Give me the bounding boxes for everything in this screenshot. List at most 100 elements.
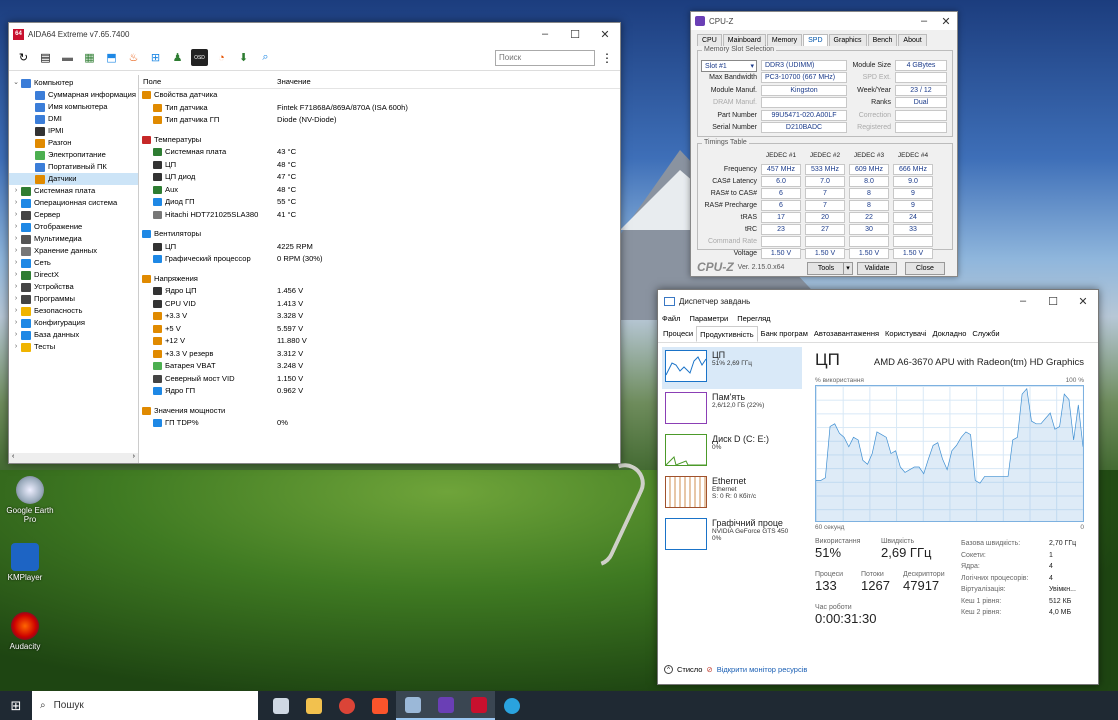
- chevron-right-icon[interactable]: ›: [11, 209, 21, 221]
- sensor-group[interactable]: Свойства датчика: [139, 89, 620, 102]
- sensor-row[interactable]: CPU VID 1.413 V: [139, 298, 620, 311]
- close-button[interactable]: ✕: [935, 15, 957, 28]
- tm-tab[interactable]: Продуктивність: [696, 326, 758, 342]
- chevron-right-icon[interactable]: ›: [11, 257, 21, 269]
- tree-item[interactable]: › Мультимедиа: [9, 233, 138, 245]
- close-button[interactable]: ✕: [590, 28, 620, 41]
- tab-bench[interactable]: Bench: [867, 34, 898, 46]
- tm-tab[interactable]: Процеси: [660, 326, 696, 342]
- menu-item[interactable]: Параметри: [689, 312, 728, 325]
- chevron-right-icon[interactable]: ›: [11, 233, 21, 245]
- sensor-row[interactable]: Графический процессор 0 RPM (30%): [139, 253, 620, 266]
- taskbar-app[interactable]: [297, 691, 330, 720]
- tree-item[interactable]: › Системная плата: [9, 185, 138, 197]
- tree-item[interactable]: › Операционная система: [9, 197, 138, 209]
- chevron-right-icon[interactable]: ›: [11, 317, 21, 329]
- sensor-row[interactable]: Ядро ЦП 1.456 V: [139, 285, 620, 298]
- sensor-group[interactable]: Напряжения: [139, 273, 620, 286]
- sensor-group[interactable]: Вентиляторы: [139, 228, 620, 241]
- chevron-right-icon[interactable]: ›: [11, 269, 21, 281]
- search-icon[interactable]: ⌕: [257, 49, 274, 66]
- chevron-right-icon[interactable]: ›: [11, 293, 21, 305]
- sensor-row[interactable]: Aux 48 °C: [139, 184, 620, 197]
- close-cpuz-button[interactable]: Close: [905, 262, 945, 275]
- chevron-right-icon[interactable]: ›: [11, 185, 21, 197]
- perf-item[interactable]: ЦП 51% 2,69 ГГц: [662, 347, 802, 389]
- column-value[interactable]: Значение: [273, 75, 620, 88]
- sensor-row[interactable]: ЦП диод 47 °C: [139, 171, 620, 184]
- tab-memory[interactable]: Memory: [766, 34, 803, 46]
- sensor-row[interactable]: Тип датчика Fintek F71868A/869A/870A (ISA…: [139, 102, 620, 115]
- tree-item[interactable]: › Безопасность: [9, 305, 138, 317]
- tree-item[interactable]: Имя компьютера: [9, 101, 138, 113]
- taskbar-app[interactable]: [363, 691, 396, 720]
- chevron-right-icon[interactable]: ›: [11, 341, 21, 353]
- perf-item[interactable]: Ethernet Ethernet S: 0 R: 0 Кбіт/с: [662, 473, 802, 515]
- taskbar-search[interactable]: ⌕ Пошук: [32, 691, 258, 720]
- tab-cpu[interactable]: CPU: [697, 34, 722, 46]
- column-field[interactable]: Поле: [139, 75, 273, 88]
- refresh-icon[interactable]: ↻: [15, 49, 32, 66]
- motherboard-icon[interactable]: ▬: [59, 49, 76, 66]
- open-resource-monitor-link[interactable]: Відкрити монітор ресурсів: [717, 665, 808, 674]
- perf-item[interactable]: Пам'ять 2,6/12,0 ГБ (22%): [662, 389, 802, 431]
- task-manager-titlebar[interactable]: Диспетчер завдань – ☐ ✕: [658, 290, 1098, 312]
- chevron-up-icon[interactable]: ^: [664, 665, 673, 674]
- sensor-row[interactable]: +5 V 5.597 V: [139, 323, 620, 336]
- tm-tab[interactable]: Користувачі: [882, 326, 929, 342]
- sensor-row[interactable]: ГП TDP% 0%: [139, 417, 620, 430]
- tree-item[interactable]: Электропитание: [9, 149, 138, 161]
- tree-item[interactable]: › Отображение: [9, 221, 138, 233]
- sensor-row[interactable]: Батарея VBAT 3.248 V: [139, 360, 620, 373]
- desktop-icon-audacity[interactable]: Audacity: [0, 612, 55, 651]
- sensor-row[interactable]: ЦП 48 °C: [139, 159, 620, 172]
- chevron-right-icon[interactable]: ›: [11, 197, 21, 209]
- tree-item[interactable]: › Сеть: [9, 257, 138, 269]
- sensor-row[interactable]: Диод ГП 55 °C: [139, 196, 620, 209]
- minimize-button[interactable]: –: [1008, 295, 1038, 308]
- taskbar-app[interactable]: [495, 691, 528, 720]
- tools-dropdown-button[interactable]: ▾: [843, 262, 853, 275]
- tree-item[interactable]: › Программы: [9, 293, 138, 305]
- sensor-row[interactable]: +3.3 V резерв 3.312 V: [139, 348, 620, 361]
- tm-tab[interactable]: Банк програм: [758, 326, 811, 342]
- tab-graphics[interactable]: Graphics: [828, 34, 867, 46]
- network-icon[interactable]: ⬒: [103, 49, 120, 66]
- flame-icon[interactable]: ♨: [125, 49, 142, 66]
- maximize-button[interactable]: ☐: [1038, 295, 1068, 308]
- slot-select[interactable]: Slot #1 ▾: [701, 60, 757, 72]
- tab-mainboard[interactable]: Mainboard: [722, 34, 766, 46]
- taskbar-app[interactable]: [396, 691, 429, 720]
- chevron-right-icon[interactable]: ›: [11, 305, 21, 317]
- devices-icon[interactable]: ⊞: [147, 49, 164, 66]
- tree-item[interactable]: Портативный ПК: [9, 161, 138, 173]
- tree-item[interactable]: › Хранение данных: [9, 245, 138, 257]
- chevron-down-icon[interactable]: ⌄: [11, 77, 21, 89]
- gauge-icon[interactable]: ◔: [213, 49, 230, 66]
- chevron-right-icon[interactable]: ›: [11, 245, 21, 257]
- tree-item[interactable]: › База данных: [9, 329, 138, 341]
- chevron-right-icon[interactable]: ›: [11, 281, 21, 293]
- tree-item[interactable]: ⌄ Компьютер: [9, 77, 138, 89]
- report-icon[interactable]: ▤: [37, 49, 54, 66]
- sensor-row[interactable]: +12 V 11.880 V: [139, 335, 620, 348]
- users-icon[interactable]: ♟: [169, 49, 186, 66]
- perf-item[interactable]: Графічний проце NVIDIA GeForce GTS 450 0%: [662, 515, 802, 557]
- taskbar-app[interactable]: [264, 691, 297, 720]
- sensor-group[interactable]: Значения мощности: [139, 405, 620, 418]
- sensor-row[interactable]: +3.3 V 3.328 V: [139, 310, 620, 323]
- taskbar-app[interactable]: [429, 691, 462, 720]
- memory-icon[interactable]: ▦: [81, 49, 98, 66]
- tm-tab[interactable]: Автозавантаження: [811, 326, 882, 342]
- download-icon[interactable]: ⬇: [235, 49, 252, 66]
- sensor-row[interactable]: Ядро ГП 0.962 V: [139, 385, 620, 398]
- start-button[interactable]: ⊞: [0, 691, 32, 720]
- fewer-details-link[interactable]: Стисло: [677, 665, 702, 674]
- sensor-row[interactable]: Системная плата 43 °C: [139, 146, 620, 159]
- tree-item[interactable]: › Устройства: [9, 281, 138, 293]
- horizontal-scrollbar[interactable]: ‹ ›: [9, 453, 138, 463]
- sensor-row[interactable]: Hitachi HDT721025SLA380 41 °C: [139, 209, 620, 222]
- sensor-row[interactable]: Северный мост VID 1.150 V: [139, 373, 620, 386]
- more-menu-icon[interactable]: ⋮: [600, 51, 614, 65]
- perf-item[interactable]: Диск D (C: E:) 0%: [662, 431, 802, 473]
